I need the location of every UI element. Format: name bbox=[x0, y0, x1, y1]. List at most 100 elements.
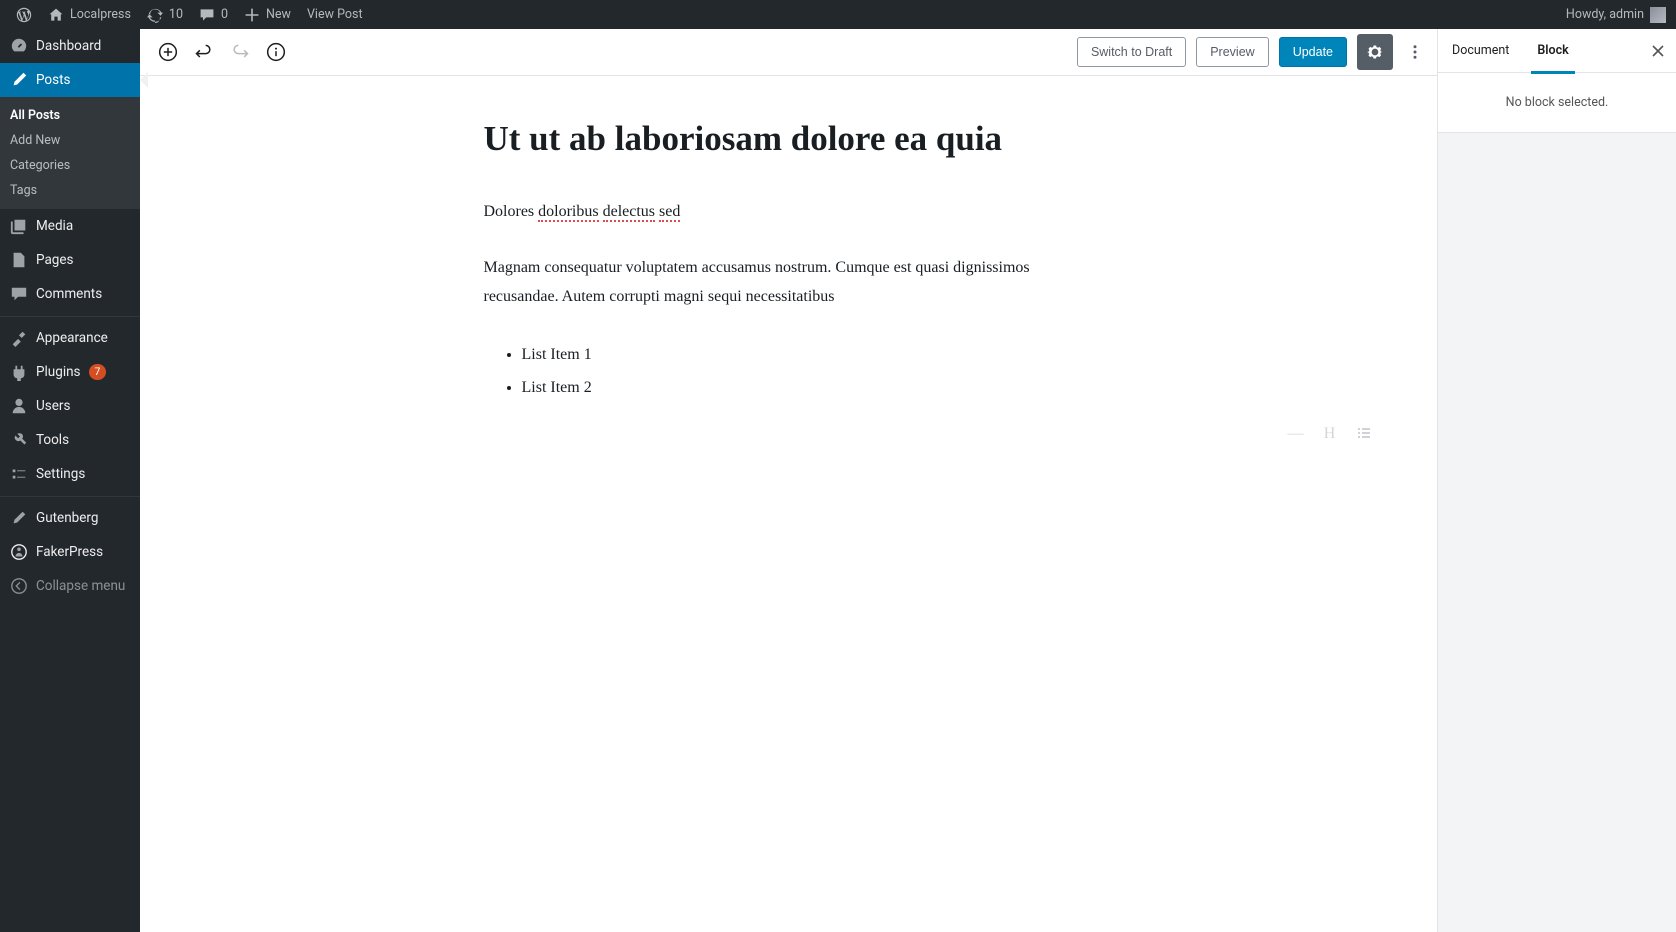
undo-icon bbox=[194, 42, 214, 62]
list-hint[interactable] bbox=[1354, 425, 1374, 446]
tab-block[interactable]: Block bbox=[1523, 29, 1582, 73]
home-icon bbox=[48, 7, 64, 23]
sidebar-tabs: Document Block bbox=[1438, 29, 1676, 73]
update-button[interactable]: Update bbox=[1279, 37, 1347, 67]
sidebar-item-media[interactable]: Media bbox=[0, 209, 140, 243]
plus-circle-icon bbox=[158, 42, 178, 62]
separator-hint[interactable]: — bbox=[1286, 425, 1306, 446]
list-item[interactable]: List Item 2 bbox=[522, 373, 1094, 403]
posts-submenu: All Posts Add New Categories Tags bbox=[0, 97, 140, 209]
tools-label: Tools bbox=[36, 432, 69, 448]
editor-toolbar: Switch to Draft Preview Update bbox=[140, 29, 1437, 76]
editor-area: Switch to Draft Preview Update Ut ut ab … bbox=[140, 29, 1676, 932]
updates-count: 10 bbox=[169, 7, 183, 22]
comments-link[interactable]: 0 bbox=[191, 0, 236, 29]
list-icon bbox=[1356, 425, 1372, 441]
pages-icon bbox=[10, 251, 28, 269]
undo-button[interactable] bbox=[186, 34, 222, 70]
plugins-badge: 7 bbox=[89, 364, 107, 380]
gutenberg-icon bbox=[10, 509, 28, 527]
sidebar-item-comments[interactable]: Comments bbox=[0, 277, 140, 311]
plus-icon bbox=[244, 7, 260, 23]
close-icon bbox=[1651, 44, 1665, 58]
users-label: Users bbox=[36, 398, 70, 414]
sidebar-item-fakerpress[interactable]: FakerPress bbox=[0, 535, 140, 569]
posts-label: Posts bbox=[36, 72, 70, 88]
wordpress-icon bbox=[16, 7, 32, 23]
comments-icon bbox=[10, 285, 28, 303]
new-link[interactable]: New bbox=[236, 0, 299, 29]
toolbar-right: Switch to Draft Preview Update bbox=[1077, 34, 1427, 70]
comments-count: 0 bbox=[221, 7, 228, 22]
posts-icon bbox=[10, 71, 28, 89]
settings-icon bbox=[10, 465, 28, 483]
plugins-label: Plugins bbox=[36, 364, 81, 380]
add-block-button[interactable] bbox=[150, 34, 186, 70]
site-name-link[interactable]: Localpress bbox=[40, 0, 139, 29]
admin-bar-right[interactable]: Howdy, admin bbox=[1566, 7, 1668, 23]
info-icon bbox=[266, 42, 286, 62]
post-paragraph-1[interactable]: Dolores doloribus delectus sed bbox=[484, 198, 1094, 227]
sidebar-item-settings[interactable]: Settings bbox=[0, 457, 140, 491]
submenu-all-posts[interactable]: All Posts bbox=[0, 103, 140, 128]
sidebar-item-plugins[interactable]: Plugins 7 bbox=[0, 355, 140, 389]
sidebar-item-collapse[interactable]: Collapse menu bbox=[0, 569, 140, 603]
sidebar-item-pages[interactable]: Pages bbox=[0, 243, 140, 277]
collapse-label: Collapse menu bbox=[36, 578, 125, 594]
more-button[interactable] bbox=[1403, 34, 1427, 70]
comments-label: Comments bbox=[36, 286, 102, 302]
settings-label: Settings bbox=[36, 466, 85, 482]
submenu-add-new[interactable]: Add New bbox=[0, 128, 140, 153]
avatar bbox=[1650, 7, 1666, 23]
sidebar-item-appearance[interactable]: Appearance bbox=[0, 321, 140, 355]
submenu-categories[interactable]: Categories bbox=[0, 153, 140, 178]
gear-icon bbox=[1365, 42, 1385, 62]
editor-content[interactable]: Ut ut ab laboriosam dolore ea quia Dolor… bbox=[140, 76, 1437, 932]
media-label: Media bbox=[36, 218, 73, 234]
comment-icon bbox=[199, 7, 215, 23]
preview-button[interactable]: Preview bbox=[1196, 37, 1268, 67]
heading-hint[interactable]: H bbox=[1320, 425, 1340, 446]
users-icon bbox=[10, 397, 28, 415]
admin-bar: Localpress 10 0 New View Post Howdy, adm… bbox=[0, 0, 1676, 29]
submenu-tags[interactable]: Tags bbox=[0, 178, 140, 203]
dashboard-icon bbox=[10, 37, 28, 55]
collapse-icon bbox=[10, 577, 28, 595]
admin-bar-left: Localpress 10 0 New View Post bbox=[8, 0, 371, 29]
info-button[interactable] bbox=[258, 34, 294, 70]
fakerpress-label: FakerPress bbox=[36, 544, 103, 560]
sidebar-item-users[interactable]: Users bbox=[0, 389, 140, 423]
admin-sidebar: Dashboard Posts All Posts Add New Catego… bbox=[0, 29, 140, 932]
more-vertical-icon bbox=[1406, 43, 1424, 61]
sidebar-item-tools[interactable]: Tools bbox=[0, 423, 140, 457]
post-paragraph-2[interactable]: Magnam consequatur voluptatem accusamus … bbox=[484, 254, 1094, 312]
gutenberg-label: Gutenberg bbox=[36, 510, 98, 526]
switch-draft-button[interactable]: Switch to Draft bbox=[1077, 37, 1186, 67]
new-label: New bbox=[266, 7, 291, 22]
main-layout: Dashboard Posts All Posts Add New Catego… bbox=[0, 29, 1676, 932]
post-title[interactable]: Ut ut ab laboriosam dolore ea quia bbox=[484, 116, 1094, 162]
tab-document[interactable]: Document bbox=[1438, 29, 1523, 73]
list-item[interactable]: List Item 1 bbox=[522, 340, 1094, 370]
fakerpress-icon bbox=[10, 543, 28, 561]
redo-icon bbox=[230, 42, 250, 62]
editor-inner: Ut ut ab laboriosam dolore ea quia Dolor… bbox=[484, 76, 1094, 497]
sidebar-item-posts[interactable]: Posts bbox=[0, 63, 140, 97]
pages-label: Pages bbox=[36, 252, 74, 268]
updates-link[interactable]: 10 bbox=[139, 0, 191, 29]
appearance-label: Appearance bbox=[36, 330, 108, 346]
view-post-label: View Post bbox=[307, 7, 363, 22]
sidebar-item-gutenberg[interactable]: Gutenberg bbox=[0, 501, 140, 535]
settings-button[interactable] bbox=[1357, 34, 1393, 70]
sidebar-item-dashboard[interactable]: Dashboard bbox=[0, 29, 140, 63]
block-inserter-hint: — H bbox=[1286, 425, 1374, 446]
wp-logo[interactable] bbox=[8, 0, 40, 29]
tools-icon bbox=[10, 431, 28, 449]
view-post-link[interactable]: View Post bbox=[299, 0, 371, 29]
close-sidebar-button[interactable] bbox=[1640, 33, 1676, 69]
site-name: Localpress bbox=[70, 7, 131, 22]
block-panel-body: No block selected. bbox=[1438, 73, 1676, 133]
post-list[interactable]: List Item 1 List Item 2 bbox=[484, 340, 1094, 404]
redo-button[interactable] bbox=[222, 34, 258, 70]
toolbar-left bbox=[150, 34, 294, 70]
